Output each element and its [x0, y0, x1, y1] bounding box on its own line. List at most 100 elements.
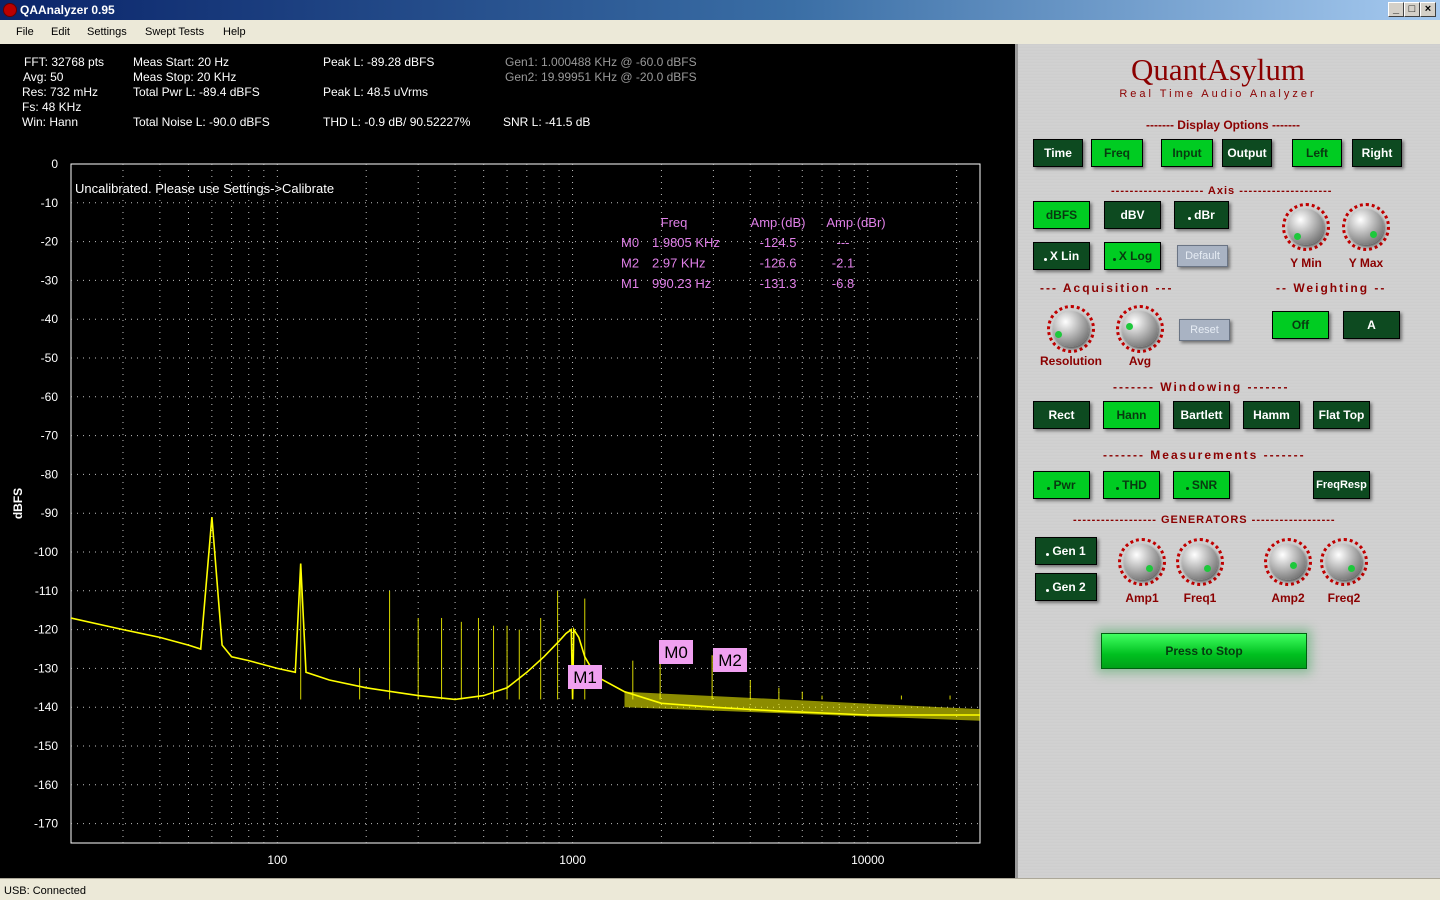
marker-label-m1: M1: [573, 668, 597, 687]
time-button[interactable]: Time: [1033, 139, 1083, 167]
dbfs-button-label: dBFS: [1045, 208, 1078, 222]
y-max-knob[interactable]: [1342, 203, 1390, 251]
y-tick-label: -120: [34, 623, 58, 637]
close-button[interactable]: ×: [1420, 2, 1436, 17]
press-to-stop-button[interactable]: Press to Stop: [1101, 633, 1307, 669]
weighting-a-button[interactable]: A: [1343, 311, 1400, 339]
y-tick-label: -40: [41, 312, 59, 326]
default-button[interactable]: Default: [1177, 245, 1228, 267]
dbr-indicator: [1188, 216, 1192, 220]
window-title: QAAnalyzer 0.95: [20, 3, 115, 17]
knob-indicator: [1294, 233, 1301, 240]
avg-knob[interactable]: [1116, 305, 1164, 353]
output-button-label: Output: [1227, 146, 1267, 160]
menu-file[interactable]: File: [16, 26, 34, 38]
gen2-button-label: Gen 2: [1052, 580, 1086, 594]
y-tick-label: -10: [41, 196, 59, 210]
hamm-window-button[interactable]: Hamm: [1243, 401, 1300, 429]
freq-button[interactable]: Freq: [1091, 139, 1143, 167]
reset-button-label: Reset: [1190, 324, 1219, 336]
right-channel-button[interactable]: Right: [1352, 139, 1402, 167]
x-tick-label: 10000: [851, 853, 885, 867]
menu-swept-tests[interactable]: Swept Tests: [145, 26, 204, 38]
output-button[interactable]: Output: [1222, 139, 1272, 167]
brand-subtitle: Real Time Audio Analyzer: [1119, 88, 1317, 100]
y-tick-label: -110: [35, 584, 58, 598]
hann-window-button[interactable]: Hann: [1103, 401, 1160, 429]
knob-body: [1270, 544, 1306, 580]
dbv-button[interactable]: dBV: [1104, 201, 1161, 229]
bartlett-window-button[interactable]: Bartlett: [1173, 401, 1230, 429]
title-bar: QAAnalyzer 0.95 _ □ ×: [0, 0, 1440, 20]
pwr-measure-button[interactable]: Pwr: [1033, 471, 1090, 499]
dbfs-button[interactable]: dBFS: [1033, 201, 1090, 229]
menu-edit[interactable]: Edit: [51, 26, 70, 38]
section-windowing: ------- Windowing -------: [1113, 380, 1290, 394]
knob-body: [1288, 209, 1324, 245]
y-axis-label: dBFS: [11, 488, 25, 519]
snr-measure-button[interactable]: SNR: [1173, 471, 1230, 499]
maximize-button[interactable]: □: [1404, 2, 1420, 17]
weighting-off-button[interactable]: Off: [1272, 311, 1329, 339]
amp1-knob[interactable]: [1118, 538, 1166, 586]
gen1-indicator: [1046, 552, 1050, 556]
dbr-button[interactable]: dBr: [1174, 201, 1229, 229]
marker-row-dbr: -6.8: [832, 276, 854, 291]
x-log-button[interactable]: X Log: [1104, 242, 1161, 270]
input-button-label: Input: [1172, 146, 1202, 160]
marker-row-name: M2: [621, 256, 639, 271]
marker-row-amp: -131.3: [760, 276, 797, 291]
marker-row-dbr: ---: [837, 235, 850, 250]
brand-title: QuantAsylum: [1131, 52, 1305, 87]
menu-settings[interactable]: Settings: [87, 26, 127, 38]
freqresp-button-label: FreqResp: [1316, 479, 1367, 491]
menu-help[interactable]: Help: [223, 26, 246, 38]
spectrum-chart[interactable]: 0 -10 -20 -30 -40 -50 -60 -70 -80 -90 -100 -110 -120…: [0, 44, 1015, 878]
y-tick-label: -160: [34, 778, 58, 792]
resolution-knob[interactable]: [1047, 305, 1095, 353]
marker-row-name: M1: [621, 276, 639, 291]
gen1-button[interactable]: Gen 1: [1035, 537, 1097, 565]
marker-table-header: Freq: [661, 215, 688, 230]
bartlett-button-label: Bartlett: [1180, 408, 1223, 422]
thd-measure-button[interactable]: THD: [1103, 471, 1160, 499]
x-lin-button[interactable]: X Lin: [1033, 242, 1090, 270]
y-max-label: Y Max: [1348, 256, 1384, 270]
freq1-label: Freq1: [1183, 591, 1217, 605]
dbr-button-label: dBr: [1194, 208, 1215, 222]
section-acquisition: --- Acquisition ---: [1040, 281, 1174, 295]
stop-button-label: Press to Stop: [1165, 644, 1243, 658]
section-measurements: ------- Measurements -------: [1103, 448, 1306, 462]
hamm-button-label: Hamm: [1253, 408, 1290, 422]
freqresp-button[interactable]: FreqResp: [1313, 471, 1370, 499]
section-generators: ------------------ GENERATORS ----------…: [1073, 514, 1336, 526]
marker-label-m0: M0: [664, 643, 688, 662]
resolution-label: Resolution: [1040, 354, 1102, 368]
right-button-label: Right: [1361, 146, 1393, 160]
minimize-button[interactable]: _: [1388, 2, 1404, 17]
knob-indicator: [1126, 323, 1133, 330]
y-tick-label: -170: [34, 817, 58, 831]
freq1-knob[interactable]: [1176, 538, 1224, 586]
rect-button-label: Rect: [1048, 408, 1075, 422]
flat-top-button-label: Flat Top: [1318, 408, 1365, 422]
marker-row-amp: -124.5: [760, 235, 797, 250]
snr-indicator: [1185, 486, 1189, 490]
y-tick-label: -140: [34, 700, 58, 714]
usb-status: USB: Connected: [4, 885, 86, 897]
y-tick-label: -150: [34, 739, 58, 753]
app-icon: [3, 3, 17, 17]
section-display-options: ------- Display Options -------: [1146, 118, 1300, 132]
flat-top-window-button[interactable]: Flat Top: [1313, 401, 1370, 429]
rect-window-button[interactable]: Rect: [1033, 401, 1090, 429]
left-channel-button[interactable]: Left: [1292, 139, 1342, 167]
y-tick-label: 0: [51, 157, 58, 171]
amp2-knob[interactable]: [1264, 538, 1312, 586]
freq2-knob[interactable]: [1320, 538, 1368, 586]
knob-indicator: [1370, 231, 1377, 238]
gen2-button[interactable]: Gen 2: [1035, 573, 1097, 601]
reset-button[interactable]: Reset: [1179, 319, 1230, 341]
y-min-knob[interactable]: [1282, 203, 1330, 251]
knob-body: [1124, 544, 1160, 580]
input-button[interactable]: Input: [1161, 139, 1213, 167]
